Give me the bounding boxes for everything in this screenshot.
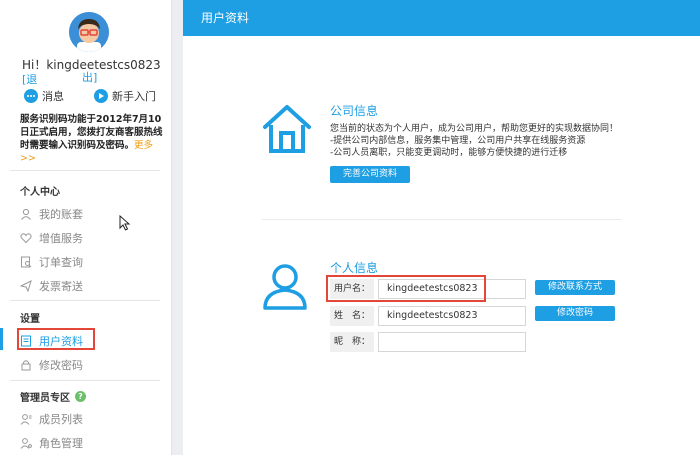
section-separator	[262, 219, 622, 220]
complete-company-button[interactable]: 完善公司资料	[330, 166, 410, 183]
sidebar-item-orders[interactable]: 订单查询	[20, 254, 83, 270]
company-desc-line: -提供公司内部信息，服务集中管理，公司用户共享在线服务资源	[330, 136, 586, 146]
service-notice: 服务识别码功能于2012年7月10日正式启用，您拨打友商客服热线时需要输入识别码…	[20, 113, 165, 165]
user-icon	[21, 208, 31, 220]
change-password-button[interactable]: 修改密码	[535, 306, 615, 321]
order-search-icon	[21, 256, 32, 268]
logout-link-end[interactable]: 出]	[82, 71, 97, 85]
sidebar-item-label: 我的账套	[39, 208, 83, 221]
highlight-box-username	[326, 275, 486, 302]
highlight-box-user-profile	[17, 328, 95, 350]
sidebar-item-change-password[interactable]: 修改密码	[20, 357, 83, 373]
heart-icon	[20, 233, 32, 244]
divider	[10, 300, 160, 301]
greeting: Hi！kingdeetestcs0823 [退 出]	[22, 58, 172, 87]
sidebar-item-label: 订单查询	[39, 256, 83, 269]
company-info-title: 公司信息	[330, 104, 379, 118]
name-field: kingdeetestcs0823	[378, 306, 526, 326]
play-icon	[94, 89, 108, 103]
edit-contact-button[interactable]: 修改联系方式	[535, 280, 615, 295]
lock-icon	[21, 360, 31, 371]
role-icon	[20, 438, 32, 449]
sidebar-item-label: 发票寄送	[39, 280, 83, 293]
newbie-guide-link[interactable]: 新手入门	[94, 88, 156, 104]
message-icon	[24, 89, 38, 103]
page-title: 用户资料	[183, 0, 700, 36]
mouse-cursor-icon	[119, 215, 131, 231]
personal-info-title: 个人信息	[330, 261, 379, 275]
sidebar-item-label: 成员列表	[39, 413, 83, 426]
section-admin: 管理员专区 ?	[20, 389, 86, 404]
sidebar-item-members[interactable]: 成员列表	[20, 411, 83, 427]
layout-gap	[172, 0, 183, 455]
person-icon	[263, 264, 307, 310]
sidebar-item-value-added[interactable]: 增值服务	[20, 230, 83, 246]
active-indicator	[0, 328, 3, 350]
sidebar: Hi！kingdeetestcs0823 [退 出] 消息 新手入门 服务识别码…	[0, 0, 172, 455]
main-panel: 用户资料	[183, 0, 700, 455]
avatar[interactable]	[69, 12, 109, 52]
section-admin-label: 管理员专区	[20, 393, 70, 404]
name-label: 姓 名：	[330, 306, 374, 326]
messages-link[interactable]: 消息	[24, 88, 64, 104]
house-icon	[263, 105, 311, 153]
members-icon	[20, 414, 32, 425]
help-icon[interactable]: ?	[75, 391, 86, 402]
sidebar-item-label: 角色管理	[39, 437, 83, 450]
messages-label: 消息	[42, 90, 64, 103]
divider	[10, 380, 160, 381]
section-settings: 设置	[20, 314, 40, 325]
section-personal-center: 个人中心	[20, 187, 60, 198]
company-desc-line: -公司人员离职，只能变更调动时，能够方便快捷的进行迁移	[330, 148, 568, 158]
nickname-field	[378, 332, 526, 352]
send-icon	[20, 280, 32, 292]
company-desc-line: 您当前的状态为个人用户，成为公司用户，帮助您更好的实现数据协同！	[330, 124, 619, 134]
company-info-description: 您当前的状态为个人用户，成为公司用户，帮助您更好的实现数据协同！ -提供公司内部…	[330, 123, 630, 159]
sidebar-item-my-accounts[interactable]: 我的账套	[20, 206, 83, 222]
divider	[10, 170, 160, 171]
username-greeting: Hi！kingdeetestcs0823	[22, 58, 161, 72]
newbie-guide-label: 新手入门	[112, 90, 156, 103]
sidebar-item-roles[interactable]: 角色管理	[20, 435, 83, 451]
sidebar-item-label: 修改密码	[39, 359, 83, 372]
sidebar-item-label: 增值服务	[39, 232, 83, 245]
nickname-label: 昵 称：	[330, 332, 374, 352]
sidebar-item-invoice[interactable]: 发票寄送	[20, 278, 83, 294]
logout-link[interactable]: [退	[22, 73, 37, 86]
